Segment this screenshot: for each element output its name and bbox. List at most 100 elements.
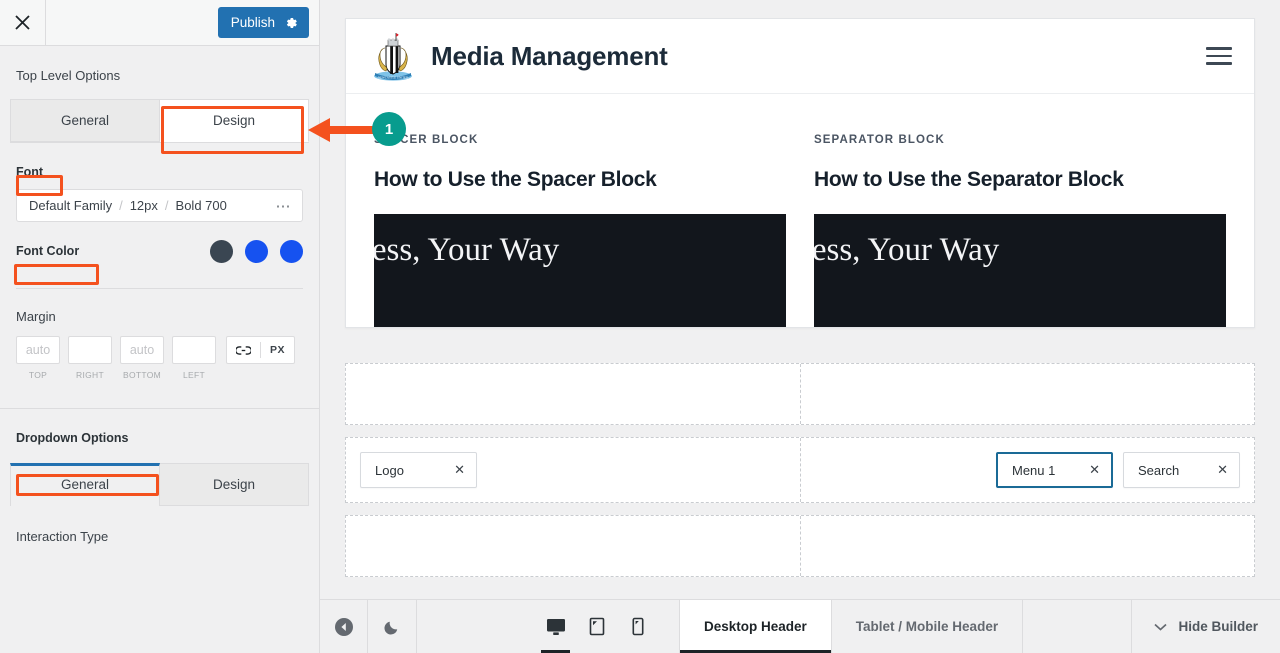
tab-design-dropdown-label: Design (212, 477, 256, 492)
font-family-value: Default Family (29, 198, 113, 213)
builder-zone-right[interactable]: Menu 1 ✕ Search ✕ (801, 438, 1254, 502)
post-title: How to Use the Spacer Block (374, 168, 657, 191)
color-swatch-2[interactable] (245, 239, 268, 263)
tab-design-top[interactable]: Design (160, 99, 309, 142)
color-swatch-1[interactable] (210, 239, 233, 263)
font-color-label: Font Color (16, 244, 80, 258)
device-switcher (535, 600, 658, 653)
post-card[interactable]: SPACER BLOCK How to Use the Spacer Block… (374, 134, 786, 327)
bottom-toolbar: Desktop Header Tablet / Mobile Header Hi… (320, 599, 1280, 653)
margin-bottom-group: BOTTOM (120, 336, 164, 380)
font-size-value: 12px (129, 198, 158, 213)
post-thumbnail: dPress, Your Way (374, 214, 786, 327)
close-icon[interactable]: ✕ (1195, 462, 1228, 478)
header-type-tabs: Desktop Header Tablet / Mobile Header (679, 600, 1024, 653)
sidebar-topbar: Publish (0, 0, 319, 46)
margin-unit[interactable]: PX (261, 344, 294, 356)
back-arrow-icon[interactable] (320, 600, 368, 653)
builder-item-search[interactable]: Search ✕ (1123, 452, 1240, 488)
font-label: Font (16, 165, 44, 179)
font-selector[interactable]: Default Family / 12px / Bold 700 ⋯ (16, 189, 303, 222)
publish-label: Publish (230, 15, 275, 30)
margin-right-caption: RIGHT (76, 370, 104, 380)
font-sep-1: / (119, 198, 123, 213)
close-icon[interactable] (0, 0, 46, 45)
header-builder: Logo ✕ Menu 1 ✕ Search ✕ (345, 363, 1255, 589)
dropdown-options-tabs: General Design (10, 463, 309, 506)
tab-general-top[interactable]: General (10, 99, 160, 142)
tablet-view-icon[interactable] (576, 600, 617, 653)
post-title: How to Use the Separator Block (814, 168, 1124, 191)
margin-control: Margin TOP RIGHT BOTTOM (0, 289, 319, 380)
builder-zone-left[interactable]: Logo ✕ (346, 438, 801, 502)
link-icon[interactable] (227, 345, 260, 356)
page-title: Media Management (431, 40, 668, 71)
mobile-view-icon[interactable] (617, 600, 658, 653)
builder-zone-right[interactable] (801, 364, 1254, 424)
panel-fade (0, 623, 319, 653)
builder-row-primary[interactable]: Logo ✕ Menu 1 ✕ Search ✕ (345, 437, 1255, 503)
top-level-tabs: General Design (10, 99, 309, 143)
margin-bottom-input[interactable] (120, 336, 164, 364)
tab-general-dropdown[interactable]: General (10, 463, 160, 506)
margin-left-caption: LEFT (183, 370, 205, 380)
close-icon[interactable]: ✕ (1067, 462, 1100, 478)
builder-row-below[interactable] (345, 515, 1255, 577)
post-thumbnail: dPress, Your Way (814, 214, 1226, 327)
tab-desktop-header[interactable]: Desktop Header (679, 600, 832, 653)
gear-icon[interactable] (284, 16, 298, 30)
post-kicker: SPACER BLOCK (374, 134, 479, 146)
heraldic-crest-logo[interactable]: NEWCASTLE UNITED (371, 32, 413, 81)
margin-top-group: TOP (16, 336, 60, 380)
post-thumbnail-text: dPress, Your Way (374, 232, 560, 268)
builder-item-label: Menu 1 (1012, 462, 1056, 478)
builder-item-label: Search (1138, 462, 1180, 478)
margin-right-group: RIGHT (68, 336, 112, 380)
tab-design-top-label: Design (212, 113, 256, 128)
moon-icon[interactable] (368, 600, 417, 653)
margin-right-input[interactable] (68, 336, 112, 364)
hide-builder-button[interactable]: Hide Builder (1131, 600, 1280, 653)
page-title: Top Level Options (16, 68, 121, 83)
builder-zone-right[interactable] (801, 516, 1254, 576)
font-color-swatches (210, 239, 303, 263)
margin-label: Margin (16, 309, 56, 324)
tab-desktop-header-label: Desktop Header (704, 619, 807, 634)
desktop-view-icon[interactable] (535, 600, 576, 653)
hamburger-menu-icon[interactable] (1206, 47, 1232, 65)
publish-button[interactable]: Publish (217, 7, 309, 38)
margin-left-input[interactable] (172, 336, 216, 364)
builder-item-menu-1[interactable]: Menu 1 ✕ (996, 452, 1113, 488)
customizer-app: Publish Top Level Options General Design… (0, 0, 1280, 653)
options-sidebar: Publish Top Level Options General Design… (0, 0, 320, 653)
site-preview: NEWCASTLE UNITED Media Management SPACER… (345, 18, 1255, 328)
builder-zone-left[interactable] (346, 516, 801, 576)
builder-item-logo[interactable]: Logo ✕ (360, 452, 477, 488)
margin-top-caption: TOP (28, 370, 48, 380)
builder-zone-left[interactable] (346, 364, 801, 424)
close-icon[interactable]: ✕ (432, 462, 465, 478)
post-kicker: SEPARATOR BLOCK (814, 134, 945, 146)
hide-builder-label: Hide Builder (1178, 619, 1258, 634)
tab-general-top-label: General (60, 113, 110, 128)
margin-link-unit: PX (226, 336, 296, 364)
svg-text:NEWCASTLE UNITED: NEWCASTLE UNITED (378, 75, 409, 79)
tab-tablet-mobile-header[interactable]: Tablet / Mobile Header (830, 600, 1024, 653)
interaction-type-label: Interaction Type (16, 529, 109, 544)
post-card[interactable]: SEPARATOR BLOCK How to Use the Separator… (814, 134, 1226, 327)
ellipsis-icon[interactable]: ⋯ (276, 197, 293, 215)
builder-row-above[interactable] (345, 363, 1255, 425)
margin-bottom-caption: BOTTOM (122, 370, 161, 380)
tab-tablet-mobile-header-label: Tablet / Mobile Header (855, 619, 999, 634)
dropdown-options-label: Dropdown Options (16, 431, 129, 445)
site-header: NEWCASTLE UNITED Media Management (346, 19, 1254, 94)
tab-design-dropdown[interactable]: Design (160, 463, 309, 506)
sidebar-body: Top Level Options General Design Font De… (0, 46, 319, 653)
color-swatch-3[interactable] (280, 239, 303, 263)
margin-top-input[interactable] (16, 336, 60, 364)
font-color-row: Font Color (16, 236, 303, 266)
chevron-down-icon (1154, 619, 1168, 634)
margin-inputs: TOP RIGHT BOTTOM LEFT (16, 336, 303, 380)
posts-row: SPACER BLOCK How to Use the Spacer Block… (346, 94, 1254, 327)
